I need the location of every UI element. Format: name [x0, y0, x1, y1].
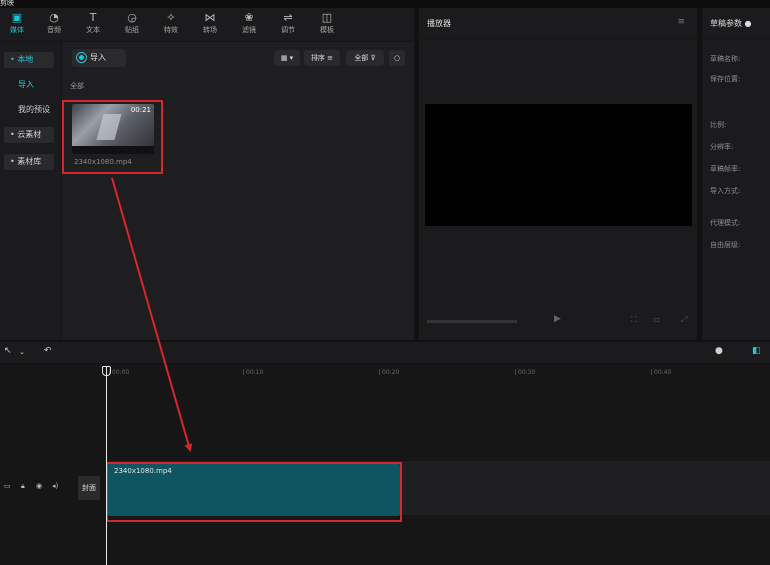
- view-mode-button[interactable]: ▦ ▾: [274, 50, 300, 66]
- microphone-icon[interactable]: ●: [715, 346, 723, 356]
- sort-icon: ≡: [327, 54, 334, 62]
- sort-button[interactable]: 排序 ≡: [304, 50, 340, 66]
- sidebar-item-library[interactable]: • 素材库: [4, 154, 54, 170]
- toolbar-item-transition[interactable]: ⋈ 转场: [195, 11, 225, 41]
- toolbar-item-template[interactable]: ◫ 模板: [312, 11, 342, 41]
- sidebar-item-local[interactable]: • 本地: [4, 52, 54, 68]
- play-icon[interactable]: ▶: [554, 314, 561, 324]
- filter-button[interactable]: 全部 ⊽: [346, 50, 384, 66]
- ruler-tick: 00:30: [514, 369, 536, 376]
- timeline-toolbar: ↖ ⌄ ↶ ● ◧: [0, 342, 770, 364]
- toolbar-item-label: 转场: [203, 26, 217, 34]
- select-cursor-icon[interactable]: ↖: [4, 346, 12, 356]
- toolbar-item-label: 特效: [164, 26, 178, 34]
- import-label: 导入: [90, 53, 106, 62]
- title-bar: 剪映: [0, 0, 770, 8]
- progress-bar[interactable]: [427, 320, 517, 323]
- detail-proxy: 代理模式:: [710, 219, 741, 227]
- transition-icon: ⋈: [204, 11, 216, 24]
- grid-view-icon: ▦ ▾: [280, 54, 294, 62]
- detail-ratio: 比例:: [710, 121, 727, 129]
- filter-icon: ❀: [244, 11, 254, 24]
- template-icon: ◫: [321, 11, 333, 24]
- lock-icon[interactable]: 🔒︎: [21, 482, 25, 491]
- audio-icon: ◔: [49, 11, 59, 24]
- funnel-icon: ⊽: [370, 54, 376, 62]
- media-panel: ▣ 媒体 ◔ 音频 T 文本 ◶ 贴纸 ✧ 特效 ⋈ 转场 ❀ 滤镜 ⇌ 调节: [0, 8, 414, 340]
- toolbar-item-label: 贴纸: [125, 26, 139, 34]
- toolbar-item-label: 调节: [281, 26, 295, 34]
- detail-framerate: 草稿帧率:: [710, 165, 741, 173]
- detail-name: 草稿名称:: [710, 55, 741, 63]
- toolbar-item-sticker[interactable]: ◶ 贴纸: [117, 11, 147, 41]
- effects-icon: ✧: [166, 11, 176, 24]
- media-content: 导入 ▦ ▾ 排序 ≡ 全部 ⊽ ○ 全部 00:21 2340x1080.mp…: [62, 42, 414, 340]
- sticker-icon: ◶: [127, 11, 137, 24]
- player-panel: 播放器 ≡ ▶ ⛶ ▭ ⤢: [419, 8, 697, 340]
- toolbar-item-media[interactable]: ▣ 媒体: [2, 11, 32, 41]
- sort-label: 排序: [310, 54, 325, 62]
- fit-icon[interactable]: ⛶: [631, 315, 637, 325]
- ruler-tick: 00:00: [108, 369, 130, 376]
- timeline-ruler[interactable]: 00:00 00:10 00:20 00:30 00:40: [0, 364, 770, 380]
- toolbar-item-adjust[interactable]: ⇌ 调节: [273, 11, 303, 41]
- playhead-handle[interactable]: [102, 366, 111, 376]
- speaker-icon[interactable]: ◂): [52, 482, 58, 490]
- sidebar-item-import[interactable]: 导入: [4, 77, 54, 93]
- detail-import-mode: 导入方式:: [710, 187, 741, 195]
- snap-toggle-icon[interactable]: ◧: [752, 346, 761, 356]
- toolbar-item-label: 滤镜: [242, 26, 256, 34]
- ruler-tick: 00:10: [242, 369, 264, 376]
- details-title-text: 草稿参数: [710, 19, 742, 28]
- player-title: 播放器: [427, 19, 451, 28]
- divider: [419, 38, 697, 39]
- chat-icon: ●: [744, 19, 752, 28]
- menu-icon[interactable]: ≡: [677, 17, 685, 27]
- adjust-icon: ⇌: [283, 11, 293, 24]
- details-panel: 草稿参数 ● 草稿名称: 保存位置: 比例: 分辨率: 草稿帧率: 导入方式: …: [702, 8, 770, 340]
- divider: [702, 38, 770, 39]
- ruler-tick: 00:40: [650, 369, 672, 376]
- highlight-box-clip: [106, 462, 402, 522]
- toolbar-item-effects[interactable]: ✧ 特效: [156, 11, 186, 41]
- ratio-icon[interactable]: ▭: [653, 315, 661, 324]
- text-icon: T: [89, 11, 97, 24]
- undo-icon[interactable]: ↶: [44, 346, 52, 356]
- toolbar-item-label: 媒体: [10, 26, 24, 34]
- toolbar-item-label: 模板: [320, 26, 334, 34]
- toolbar-item-text[interactable]: T 文本: [78, 11, 108, 41]
- app-title: 剪映: [0, 0, 14, 7]
- toolbar-item-audio[interactable]: ◔ 音频: [39, 11, 69, 41]
- media-sidebar: • 本地 导入 我的预设 • 云素材 • 素材库: [0, 42, 62, 340]
- sidebar-item-cloud[interactable]: • 云素材: [4, 127, 54, 143]
- eye-icon[interactable]: ◉: [36, 482, 42, 490]
- import-button[interactable]: 导入: [72, 49, 126, 67]
- sidebar-item-presets[interactable]: 我的预设: [4, 102, 60, 118]
- chevron-down-icon[interactable]: ⌄: [19, 348, 25, 356]
- filter-label: 全部: [354, 54, 369, 62]
- toolbar-item-label: 文本: [86, 26, 100, 34]
- import-icon: [77, 53, 86, 62]
- highlight-box-media: [62, 100, 163, 174]
- detail-resolution: 分辨率:: [710, 143, 734, 151]
- detail-location: 保存位置:: [710, 75, 741, 83]
- search-icon: ○: [393, 54, 401, 62]
- search-button[interactable]: ○: [389, 50, 405, 66]
- asset-toolbar: ▣ 媒体 ◔ 音频 T 文本 ◶ 贴纸 ✧ 特效 ⋈ 转场 ❀ 滤镜 ⇌ 调节: [0, 8, 414, 42]
- media-library-icon: ▣: [11, 11, 23, 24]
- cover-button[interactable]: 封面: [78, 476, 100, 500]
- fullscreen-icon[interactable]: ⤢: [681, 315, 687, 325]
- track-type-icon: ▭: [4, 482, 11, 490]
- preview-screen: [425, 104, 692, 226]
- ruler-tick: 00:20: [378, 369, 400, 376]
- section-label: 全部: [70, 82, 84, 90]
- detail-layering: 自由层级:: [710, 241, 741, 249]
- toolbar-item-filter[interactable]: ❀ 滤镜: [234, 11, 264, 41]
- details-title: 草稿参数 ●: [710, 18, 752, 29]
- playhead[interactable]: [106, 366, 107, 565]
- timeline-panel: ↖ ⌄ ↶ ● ◧ 00:00 00:10 00:20 00:30 00:40 …: [0, 342, 770, 565]
- toolbar-item-label: 音频: [47, 26, 61, 34]
